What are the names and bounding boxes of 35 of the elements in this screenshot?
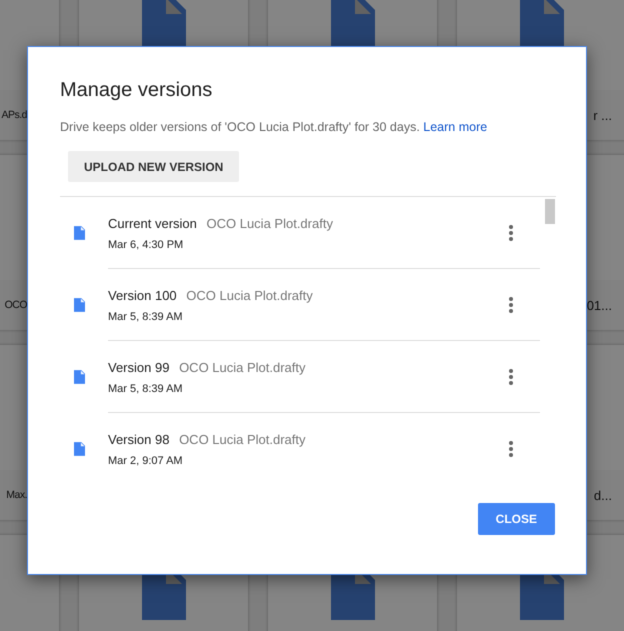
upload-new-version-button[interactable]: UPLOAD NEW VERSION [68, 151, 240, 182]
file-name: d... [594, 488, 612, 502]
version-row[interactable]: Version 100 OCO Lucia Plot.drafty Mar 5, 8:39 AM [60, 269, 540, 341]
more-options-icon[interactable] [509, 297, 513, 313]
file-icon [74, 226, 85, 240]
more-options-icon[interactable] [509, 441, 513, 457]
version-file-name: OCO Lucia Plot.drafty [179, 432, 306, 446]
version-date: Mar 6, 4:30 PM [108, 238, 184, 250]
file-name: r ... [593, 108, 612, 122]
version-date: Mar 5, 8:39 AM [108, 382, 184, 394]
version-file-name: OCO Lucia Plot.drafty [186, 288, 313, 302]
file-icon [74, 442, 85, 456]
close-button[interactable]: CLOSE [478, 503, 555, 535]
version-label: Version 99 [108, 360, 170, 374]
file-icon [74, 298, 85, 312]
file-name: Max. [6, 489, 27, 501]
dialog-description: Drive keeps older versions of 'OCO Lucia Plot.drafty' for 30 days. Learn more [60, 120, 488, 134]
version-date: Mar 2, 9:07 AM [108, 454, 184, 466]
file-name: 01... [586, 298, 612, 312]
version-label: Version 100 [108, 288, 177, 302]
file-name: APs.d [1, 109, 27, 121]
version-row[interactable]: Version 98 OCO Lucia Plot.drafty Mar 2, 9:07 AM [60, 413, 540, 485]
more-options-icon[interactable] [509, 225, 513, 241]
version-file-name: OCO Lucia Plot.drafty [206, 216, 333, 230]
more-options-icon[interactable] [509, 369, 513, 385]
version-row[interactable]: Version 99 OCO Lucia Plot.drafty Mar 5, 8:39 AM [60, 341, 540, 413]
dialog-title: Manage versions [60, 79, 214, 102]
file-icon [74, 370, 85, 384]
file-name: OCO [4, 299, 27, 311]
learn-more-link[interactable]: Learn more [423, 120, 488, 134]
version-file-name: OCO Lucia Plot.drafty [179, 360, 306, 374]
version-row[interactable]: Current version OCO Lucia Plot.drafty Mar 6, 4:30 PM [60, 197, 540, 269]
version-label: Current version [108, 216, 197, 230]
version-label: Version 98 [108, 432, 170, 446]
version-date: Mar 5, 8:39 AM [108, 310, 184, 322]
